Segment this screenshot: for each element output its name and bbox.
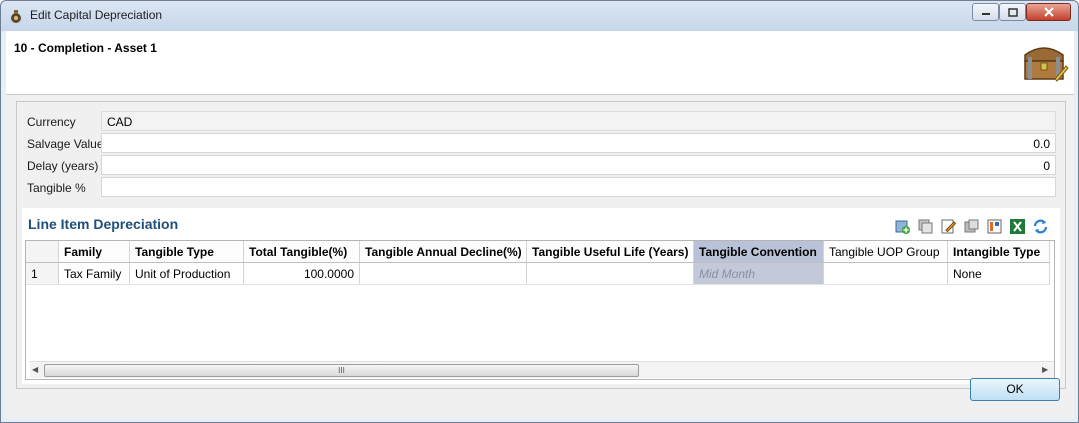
scroll-right-arrow-icon[interactable]: ▶ [1042, 365, 1052, 374]
money-bag-icon [11, 10, 21, 23]
tangible-pct-label: Tangible % [27, 181, 86, 195]
scroll-thumb[interactable]: III [44, 364, 639, 377]
currency-field: CAD [101, 111, 1056, 131]
column-header-total-tangible[interactable]: Total Tangible(%) [244, 241, 360, 262]
paste-rows-icon[interactable] [963, 218, 980, 235]
treasure-chest-icon [1024, 47, 1069, 82]
horizontal-scrollbar[interactable]: ◀ III ▶ [30, 361, 1054, 378]
line-item-depreciation-section: Line Item Depreciation Family Tangible T… [22, 208, 1060, 384]
maximize-button[interactable] [999, 3, 1026, 21]
properties-panel: Currency CAD Salvage Value 0.0 Delay (ye… [16, 101, 1066, 389]
tangible-pct-field[interactable] [101, 177, 1056, 197]
column-header-tangible-useful-life[interactable]: Tangible Useful Life (Years) [527, 241, 694, 262]
maximize-icon [1007, 7, 1018, 17]
column-header-tangible-type[interactable]: Tangible Type [130, 241, 244, 262]
dialog-body: 10 - Completion - Asset 1 Currency CAD S… [6, 31, 1074, 419]
ok-button[interactable]: OK [970, 378, 1060, 401]
tangible-annual-decline-cell[interactable] [360, 263, 527, 285]
scroll-left-arrow-icon[interactable]: ◀ [32, 365, 42, 374]
copy-rows-icon[interactable] [917, 218, 934, 235]
currency-row: Currency CAD [17, 111, 1065, 131]
minimize-button[interactable] [972, 3, 999, 21]
close-icon [1043, 7, 1054, 17]
tangible-type-cell[interactable]: Unit of Production [130, 263, 244, 285]
tangible-pct-row: Tangible % [17, 177, 1065, 197]
row-number-header[interactable] [26, 241, 59, 262]
window-title: Edit Capital Depreciation [30, 8, 163, 22]
delay-field[interactable]: 0 [101, 155, 1056, 175]
family-cell[interactable]: Tax Family [59, 263, 130, 285]
dialog-header: 10 - Completion - Asset 1 [6, 31, 1074, 95]
delay-row: Delay (years) 0 [17, 155, 1065, 175]
column-header-tangible-uop-group[interactable]: Tangible UOP Group [824, 241, 948, 262]
column-header-tangible-annual-decline[interactable]: Tangible Annual Decline(%) [360, 241, 527, 262]
delay-label: Delay (years) [27, 159, 99, 173]
total-tangible-cell[interactable]: 100.0000 [244, 263, 360, 285]
tangible-useful-life-cell[interactable] [527, 263, 694, 285]
edit-icon[interactable] [940, 218, 957, 235]
intangible-type-cell[interactable]: None [948, 263, 1050, 285]
page-title: 10 - Completion - Asset 1 [14, 41, 157, 55]
currency-label: Currency [27, 115, 76, 129]
salvage-value-label: Salvage Value [27, 137, 104, 151]
tangible-uop-group-cell[interactable] [824, 263, 948, 285]
grid-header-row: Family Tangible Type Total Tangible(%) T… [26, 241, 1050, 263]
row-number-cell[interactable]: 1 [26, 263, 59, 285]
filter-columns-icon[interactable] [986, 218, 1003, 235]
section-title: Line Item Depreciation [28, 216, 179, 232]
title-bar[interactable]: Edit Capital Depreciation [1, 1, 1078, 31]
add-row-icon[interactable] [894, 218, 911, 235]
dialog-window: Edit Capital Depreciation 10 - Completio… [0, 0, 1079, 423]
refresh-icon[interactable] [1032, 218, 1049, 235]
salvage-value-row: Salvage Value 0.0 [17, 133, 1065, 153]
column-header-family[interactable]: Family [59, 241, 130, 262]
grid-toolbar [894, 218, 1049, 236]
table-row[interactable]: 1 Tax Family Unit of Production 100.0000… [26, 263, 1050, 285]
minimize-icon [981, 13, 990, 15]
column-header-intangible-type[interactable]: Intangible Type [948, 241, 1050, 262]
export-excel-icon[interactable] [1009, 218, 1026, 235]
close-button[interactable] [1026, 3, 1071, 21]
salvage-value-field[interactable]: 0.0 [101, 133, 1056, 153]
column-header-tangible-convention[interactable]: Tangible Convention [694, 241, 824, 262]
depreciation-grid[interactable]: Family Tangible Type Total Tangible(%) T… [25, 240, 1055, 380]
tangible-convention-cell[interactable]: Mid Month [694, 263, 824, 285]
